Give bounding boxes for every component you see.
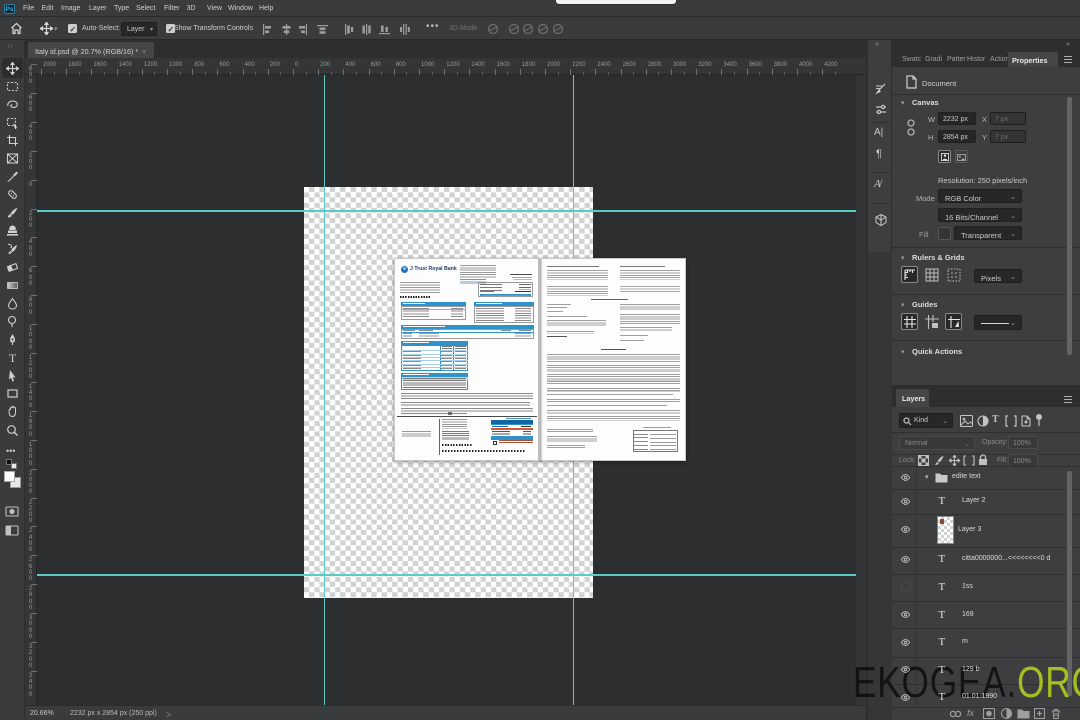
svg-text:T: T bbox=[9, 351, 17, 364]
